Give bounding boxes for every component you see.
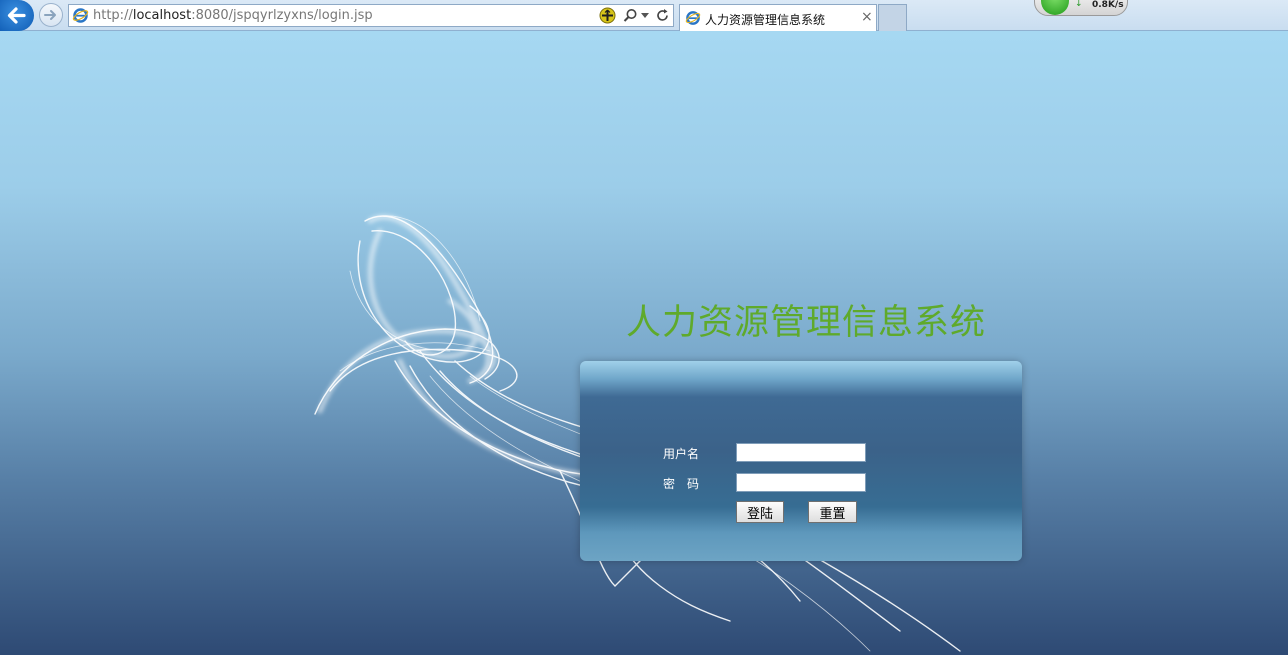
chevron-down-icon[interactable] <box>641 13 649 18</box>
search-icon[interactable] <box>623 8 638 23</box>
network-speed-text: 0.8K/s <box>1092 0 1124 10</box>
system-title: 人力资源管理信息系统 <box>626 303 987 343</box>
login-page: 人力资源管理信息系统 用户名 密码 登陆 重置 <box>0 31 1288 655</box>
username-input[interactable] <box>736 443 866 462</box>
ie-icon <box>685 11 701 25</box>
tab-login-page[interactable]: 人力资源管理信息系统 × <box>679 4 877 31</box>
ie-icon <box>72 8 89 23</box>
network-speed-widget: ↓ 0.8K/s <box>1034 0 1128 16</box>
back-arrow-icon <box>7 7 26 24</box>
address-url: http://localhost:8080/jspqyrlzyxns/login… <box>93 8 373 23</box>
password-label: 密码 <box>663 477 712 491</box>
address-bar[interactable]: http://localhost:8080/jspqyrlzyxns/login… <box>68 4 674 27</box>
login-button[interactable]: 登陆 <box>736 501 784 523</box>
speed-ball-icon <box>1041 0 1069 15</box>
close-tab-icon[interactable]: × <box>861 9 873 25</box>
back-button[interactable] <box>0 0 34 31</box>
username-label: 用户名 <box>663 447 700 461</box>
reset-button[interactable]: 重置 <box>808 501 857 523</box>
forward-arrow-icon <box>44 10 56 20</box>
password-input[interactable] <box>736 473 866 492</box>
download-arrow-icon: ↓ <box>1075 0 1083 9</box>
browser-toolbar: http://localhost:8080/jspqyrlzyxns/login… <box>0 0 1288 31</box>
compatibility-view-icon[interactable] <box>599 7 616 24</box>
forward-button[interactable] <box>39 3 63 27</box>
tab-title: 人力资源管理信息系统 <box>705 13 826 27</box>
login-form-panel: 用户名 密码 登陆 重置 <box>580 361 1022 561</box>
refresh-icon[interactable] <box>655 8 670 23</box>
new-tab-button[interactable] <box>878 4 907 31</box>
